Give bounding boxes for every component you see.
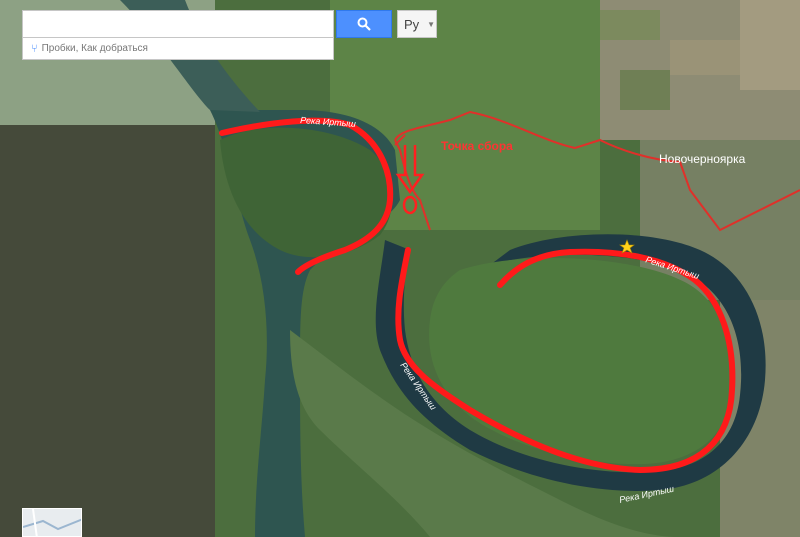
map-thumbnail-icon xyxy=(23,509,81,536)
language-dropdown[interactable]: Ру ▼ xyxy=(397,10,437,38)
directions-icon: ⑂ xyxy=(31,42,38,55)
satellite-map[interactable]: Точка сбора Река Иртыш Река Иртыш Река И… xyxy=(0,0,800,537)
language-label: Ру xyxy=(404,16,420,32)
field xyxy=(600,10,660,40)
field xyxy=(620,70,670,110)
directions-suggestion[interactable]: ⑂ Пробки, Как добраться xyxy=(22,38,334,60)
meeting-point-label: Точка сбора xyxy=(441,139,513,153)
search-icon xyxy=(357,17,371,31)
search-input[interactable] xyxy=(22,10,334,38)
chevron-down-icon: ▼ xyxy=(427,19,436,29)
field xyxy=(740,0,800,90)
suggestion-label: Пробки, Как добраться xyxy=(41,43,148,54)
search-button[interactable] xyxy=(336,10,392,38)
map-type-thumbnail[interactable] xyxy=(22,508,82,537)
town-label: Новочерноярка xyxy=(659,152,746,166)
left-dark-patch xyxy=(0,120,215,537)
field xyxy=(670,40,740,75)
